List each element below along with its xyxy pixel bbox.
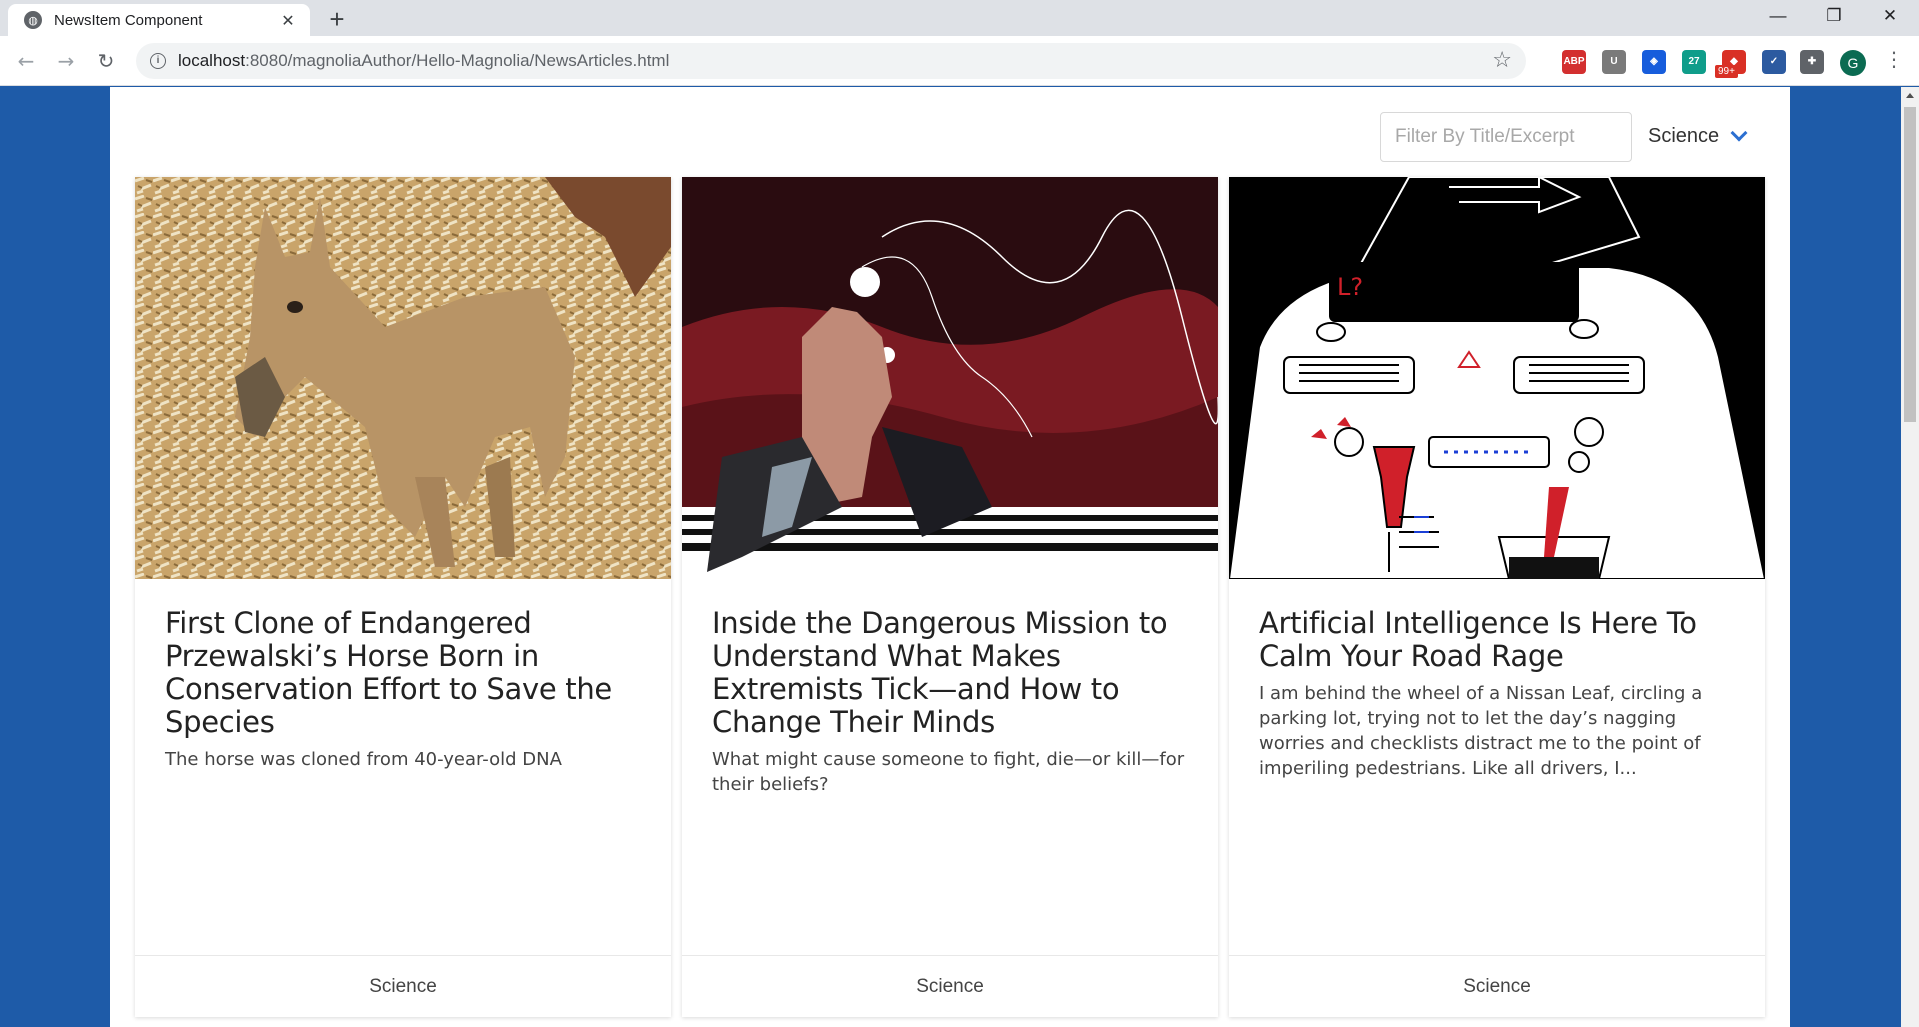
notification-badge: 99+ (1715, 65, 1738, 78)
address-bar[interactable]: i localhost:8080/magnoliaAuthor/Hello-Ma… (136, 43, 1526, 79)
card-title[interactable]: First Clone of Endangered Przewalski’s H… (165, 607, 645, 739)
back-arrow-icon[interactable]: ← (10, 45, 42, 77)
category-dropdown-label: Science (1648, 125, 1720, 147)
card-category: Science (682, 955, 1218, 1017)
info-icon[interactable]: i (150, 53, 166, 69)
chevron-down-icon (1730, 124, 1748, 141)
browser-toolbar: ← → ↻ i localhost:8080/magnoliaAuthor/He… (0, 36, 1919, 86)
horse-foal-image (135, 177, 671, 579)
card-body: Inside the Dangerous Mission to Understa… (712, 607, 1192, 797)
card-body: First Clone of Endangered Przewalski’s H… (165, 607, 645, 772)
news-card[interactable]: L? Artificial Intelligence Is Here To Ca… (1229, 177, 1765, 1017)
news-card[interactable]: First Clone of Endangered Przewalski’s H… (135, 177, 671, 1017)
url-host: localhost (178, 51, 246, 70)
page-viewport: Science (0, 87, 1901, 1027)
filter-input[interactable] (1380, 112, 1632, 162)
news-card[interactable]: Inside the Dangerous Mission to Understa… (682, 177, 1218, 1017)
new-tab-button[interactable]: + (322, 4, 352, 34)
scrollbar-thumb[interactable] (1904, 107, 1916, 422)
minimize-button[interactable]: — (1750, 0, 1806, 34)
calendar-extension-icon[interactable]: 27 (1682, 50, 1706, 74)
browser-tab-strip: ◍ NewsItem Component ✕ + — ❐ ✕ (0, 0, 1919, 36)
globe-icon: ◍ (24, 11, 42, 29)
extensions-puzzle-icon[interactable]: ✚ (1800, 50, 1824, 74)
card-category: Science (1229, 955, 1765, 1017)
browser-tab[interactable]: ◍ NewsItem Component ✕ (8, 4, 310, 36)
checklist-icon[interactable]: ✓ (1762, 50, 1786, 74)
svg-text:L?: L? (1337, 273, 1363, 301)
u-extension-icon[interactable]: U (1602, 50, 1626, 74)
card-excerpt: I am behind the wheel of a Nissan Leaf, … (1259, 683, 1703, 779)
bitwarden-icon[interactable]: ◈ (1642, 50, 1666, 74)
scroll-up-arrow-icon[interactable] (1906, 93, 1914, 98)
category-dropdown[interactable]: Science (1648, 124, 1748, 148)
car-dashboard-illustration-image: L? (1229, 177, 1765, 579)
adblock-plus-icon[interactable]: ABP (1562, 50, 1586, 74)
close-tab-icon[interactable]: ✕ (278, 11, 298, 30)
card-body: Artificial Intelligence Is Here To Calm … (1259, 607, 1739, 781)
bookmark-star-icon[interactable]: ☆ (1492, 48, 1512, 73)
url-path: :8080/magnoliaAuthor/Hello-Magnolia/News… (245, 51, 670, 70)
tab-title: NewsItem Component (54, 11, 203, 29)
card-title[interactable]: Inside the Dangerous Mission to Understa… (712, 607, 1192, 739)
reload-icon[interactable]: ↻ (90, 45, 122, 77)
forward-arrow-icon[interactable]: → (50, 45, 82, 77)
close-window-button[interactable]: ✕ (1862, 0, 1918, 34)
more-menu-icon[interactable]: ⋮ (1884, 47, 1904, 71)
extremists-illustration-image (682, 177, 1218, 579)
restore-button[interactable]: ❐ (1806, 0, 1862, 34)
card-excerpt: The horse was cloned from 40-year-old DN… (165, 749, 562, 770)
card-excerpt: What might cause someone to fight, die—o… (712, 749, 1185, 795)
profile-avatar[interactable]: G (1840, 50, 1866, 76)
card-title[interactable]: Artificial Intelligence Is Here To Calm … (1259, 607, 1739, 673)
card-category: Science (135, 955, 671, 1017)
page-scrollbar[interactable] (1901, 87, 1919, 1027)
news-container: Science (110, 87, 1790, 1027)
